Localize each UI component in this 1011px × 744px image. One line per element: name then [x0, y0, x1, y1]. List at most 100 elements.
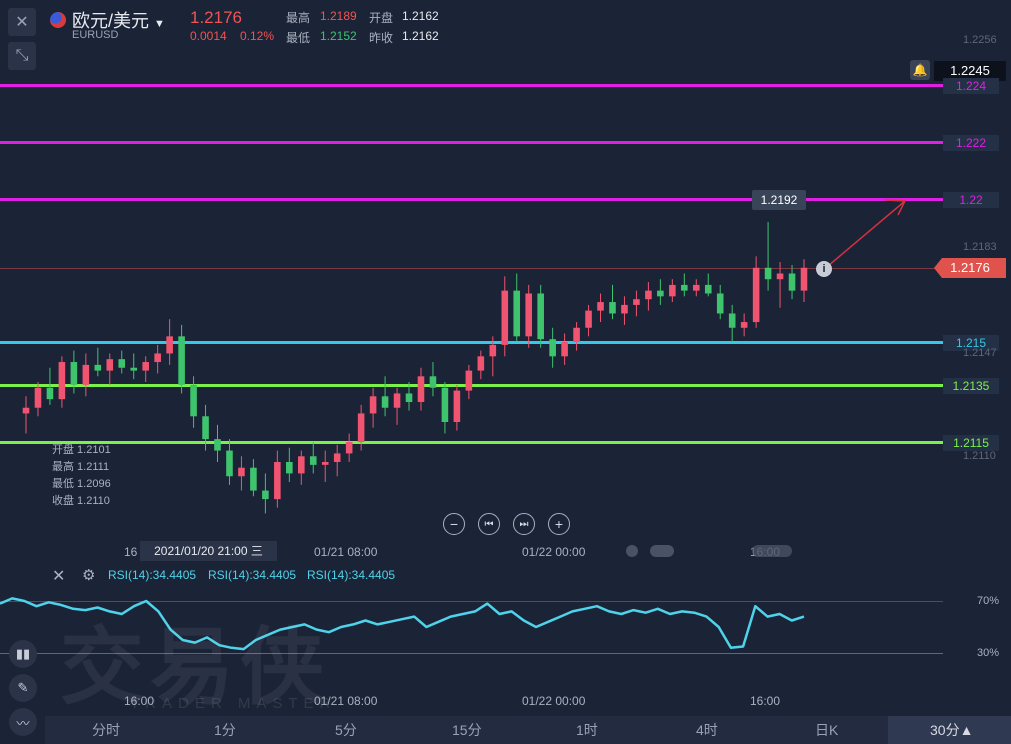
projection-arrow[interactable] [827, 200, 906, 267]
candle[interactable] [357, 413, 365, 442]
candle[interactable] [728, 313, 736, 328]
tf-4h[interactable]: 4时 [696, 720, 718, 740]
candle[interactable] [764, 267, 772, 280]
axis-tag-1-2135: 1.2135 [943, 378, 999, 394]
candle[interactable] [800, 267, 808, 291]
candle[interactable] [214, 439, 221, 451]
event-dot[interactable] [650, 545, 674, 557]
candle[interactable] [453, 390, 461, 423]
candle[interactable] [106, 359, 114, 371]
candle[interactable] [621, 304, 628, 314]
candle[interactable] [250, 467, 257, 491]
axis-tag-1-224: 1.224 [943, 78, 999, 94]
candle[interactable] [274, 461, 281, 500]
candle[interactable] [740, 322, 748, 328]
tf-1h[interactable]: 1时 [576, 720, 598, 740]
candle[interactable] [489, 344, 497, 357]
candle[interactable] [22, 407, 30, 414]
candle[interactable] [393, 393, 401, 408]
tf-30m-selector[interactable]: 30分▲ [930, 720, 973, 740]
candle[interactable] [58, 362, 66, 400]
crosshair-time-label: 2021/01/20 21:00 三 [140, 541, 277, 561]
candle[interactable] [513, 290, 521, 337]
candle[interactable] [286, 461, 293, 474]
candle[interactable] [34, 387, 42, 408]
candle[interactable] [681, 284, 688, 291]
candle[interactable] [645, 290, 652, 300]
candle[interactable] [501, 290, 509, 345]
candle[interactable] [142, 362, 149, 371]
trend-tool-button[interactable]: 〰 [9, 708, 37, 736]
ohlc-close: 收盘 1.2110 [52, 495, 110, 507]
event-dot[interactable] [626, 545, 638, 557]
candle[interactable] [298, 456, 305, 474]
tf-15m[interactable]: 15分 [452, 720, 482, 740]
candle[interactable] [405, 393, 413, 403]
candle[interactable] [381, 396, 389, 408]
candle[interactable] [549, 339, 556, 357]
candle[interactable] [202, 416, 209, 440]
candle[interactable] [525, 293, 532, 337]
candle[interactable] [154, 353, 161, 363]
tf-tick[interactable]: 分时 [92, 720, 120, 740]
candle[interactable] [429, 376, 437, 388]
candle[interactable] [190, 384, 197, 417]
candle[interactable] [716, 293, 724, 314]
candle[interactable] [417, 376, 425, 403]
candle[interactable] [561, 342, 568, 357]
candle[interactable] [537, 293, 544, 340]
candle[interactable] [657, 290, 664, 297]
candle[interactable] [82, 364, 90, 385]
candle[interactable] [609, 302, 616, 314]
candle[interactable] [70, 362, 78, 385]
candle[interactable] [788, 273, 796, 291]
tf-5m[interactable]: 5分 [335, 720, 357, 740]
candle[interactable] [226, 450, 233, 477]
ohlc-low: 最低 1.2096 [52, 478, 111, 490]
candle[interactable] [465, 370, 473, 391]
axis-tag-1-22: 1.22 [943, 192, 999, 208]
candle[interactable] [321, 461, 329, 465]
candle[interactable] [178, 336, 185, 385]
candle[interactable] [46, 387, 54, 400]
candle[interactable] [238, 467, 245, 477]
candle[interactable] [309, 456, 317, 465]
candle[interactable] [633, 299, 640, 305]
candle[interactable] [369, 396, 377, 414]
candle[interactable] [752, 267, 760, 323]
candle[interactable] [585, 310, 592, 328]
timeframe-bar [45, 716, 1011, 744]
event-dot[interactable] [752, 545, 792, 557]
x-axis-left-label: 16 [124, 545, 138, 559]
step-back-button[interactable]: ⏮ [478, 513, 500, 535]
info-icon[interactable]: i [816, 261, 832, 277]
candles-icon: ▮▮ [15, 646, 31, 661]
zoom-in-button[interactable]: + [548, 513, 570, 535]
candle[interactable] [692, 284, 700, 291]
candle[interactable] [262, 490, 269, 500]
candle[interactable] [704, 284, 712, 294]
indicator-tool-button[interactable]: ▮▮ [9, 640, 37, 668]
x-axis-label-1: 01/21 08:00 [314, 545, 378, 559]
candle[interactable] [130, 367, 138, 371]
candle[interactable] [573, 327, 580, 343]
step-forward-button[interactable]: ⏭ [513, 513, 535, 535]
axis-tick-top: 1.2256 [963, 34, 997, 46]
tf-daily[interactable]: 日K [815, 720, 838, 740]
candle[interactable] [345, 442, 353, 454]
candle[interactable] [597, 302, 604, 311]
current-price-tag: 1.2176 [934, 258, 1006, 278]
candle[interactable] [776, 273, 784, 280]
axis-tag-1-222: 1.222 [943, 135, 999, 151]
candle[interactable] [441, 387, 449, 423]
candle[interactable] [669, 284, 676, 297]
candle[interactable] [94, 364, 102, 371]
candle[interactable] [333, 453, 341, 462]
tf-1m[interactable]: 1分 [214, 720, 236, 740]
candle[interactable] [477, 356, 485, 371]
candle[interactable] [118, 359, 126, 368]
candle[interactable] [166, 336, 173, 354]
candlestick-chart[interactable] [0, 0, 943, 560]
draw-tool-button[interactable]: ✎ [9, 674, 37, 702]
zoom-out-button[interactable]: − [443, 513, 465, 535]
